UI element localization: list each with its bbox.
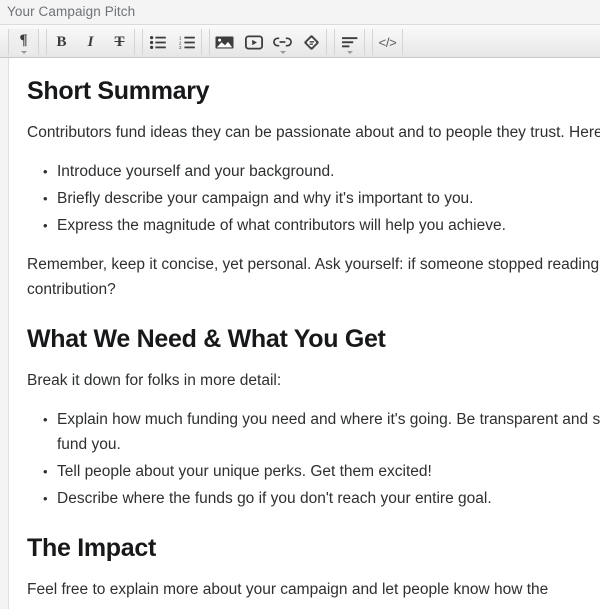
insert-video-button[interactable] [239, 29, 268, 55]
diamond-embed-icon [304, 34, 319, 50]
toolbar-group-paragraph-format: ¶ [8, 29, 39, 55]
ordered-list-button[interactable]: 1 2 3 [172, 29, 201, 55]
align-left-icon [341, 36, 357, 47]
bullet-list-icon [149, 35, 166, 49]
strikethrough-icon: T [114, 33, 125, 50]
toolbar-group-source: </> [372, 29, 403, 55]
chevron-down-icon [279, 51, 286, 54]
list-what-we-need: Explain how much funding you need and wh… [27, 407, 600, 511]
paragraph-icon: ¶ [19, 31, 28, 48]
document-body[interactable]: Short Summary Contributors fund ideas th… [9, 58, 600, 602]
toolbar-group-lists: 1 2 3 [142, 29, 202, 55]
field-label: Your Campaign Pitch [7, 4, 136, 19]
list-item: Describe where the funds go if you don't… [43, 486, 600, 511]
heading-short-summary: Short Summary [27, 77, 210, 105]
list-item: Introduce yourself and your background. [43, 159, 600, 184]
editor-toolbar: ¶ B I T 1 2 3 </> [0, 24, 600, 58]
align-button[interactable] [335, 29, 364, 55]
field-label-bar: Your Campaign Pitch [0, 0, 600, 24]
insert-embed-button[interactable] [297, 29, 326, 55]
chevron-down-icon [346, 51, 353, 54]
link-icon [273, 37, 292, 47]
paragraph-break-it-down: Break it down for folks in more detail: [27, 372, 282, 389]
list-item: Tell people about your unique perks. Get… [43, 459, 600, 484]
list-short-summary: Introduce yourself and your background. … [27, 159, 600, 238]
chevron-down-icon [20, 51, 27, 54]
code-icon: </> [378, 34, 397, 50]
italic-icon: I [87, 33, 94, 50]
insert-link-button[interactable] [268, 29, 297, 55]
paragraph-contributors: Contributors fund ideas they can be pass… [27, 124, 600, 141]
italic-button[interactable]: I [76, 29, 105, 55]
video-icon [244, 35, 263, 49]
bold-icon: B [56, 33, 67, 50]
svg-text:3: 3 [179, 45, 182, 49]
rich-text-editor[interactable]: Short Summary Contributors fund ideas th… [8, 58, 600, 609]
toolbar-group-alignment [334, 29, 365, 55]
list-item: Briefly describe your campaign and why i… [43, 186, 600, 211]
bold-button[interactable]: B [47, 29, 76, 55]
heading-what-we-need: What We Need & What You Get [27, 325, 386, 353]
paragraph-feel-free: Feel free to explain more about your cam… [27, 581, 549, 598]
heading-the-impact: The Impact [27, 534, 156, 562]
list-item: Express the magnitude of what contributo… [43, 213, 600, 238]
strikethrough-button[interactable]: T [105, 29, 134, 55]
html-source-button[interactable]: </> [373, 29, 402, 55]
campaign-pitch-editor: Your Campaign Pitch ¶ B I T 1 2 3 </> Sh… [0, 0, 600, 609]
toolbar-group-media [209, 29, 327, 55]
insert-image-button[interactable] [210, 29, 239, 55]
list-item: Explain how much funding you need and wh… [43, 407, 600, 457]
unordered-list-button[interactable] [143, 29, 172, 55]
toolbar-group-text-style: B I T [46, 29, 135, 55]
numbered-list-icon: 1 2 3 [179, 36, 195, 49]
paragraph-format-button[interactable]: ¶ [9, 29, 38, 55]
paragraph-remember: Remember, keep it concise, yet personal.… [27, 256, 600, 298]
image-icon [215, 36, 234, 48]
